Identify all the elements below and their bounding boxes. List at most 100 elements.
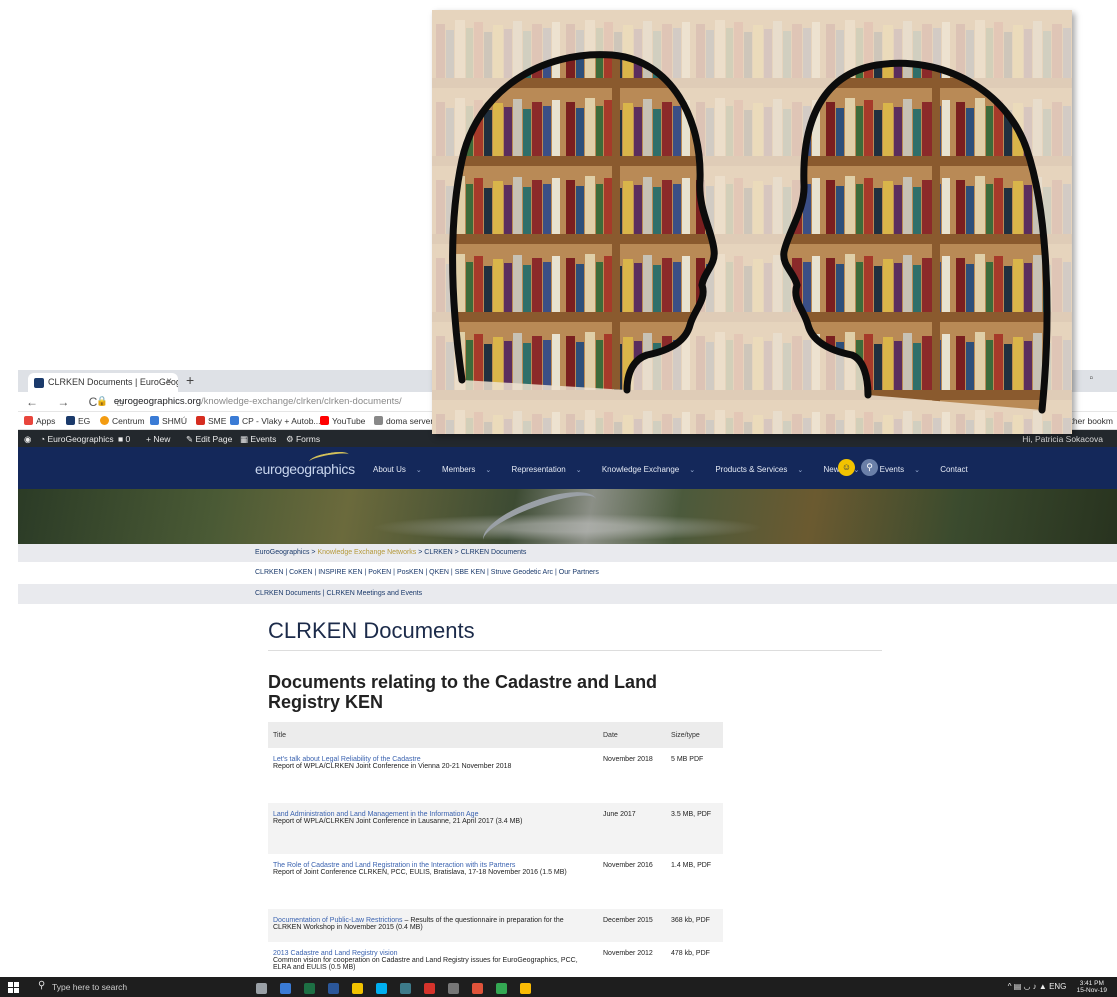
bookmark-item[interactable]: Centrum <box>100 416 145 426</box>
admin-events[interactable]: ▦ Events <box>240 434 276 445</box>
nav-knowledge-exchange[interactable]: Knowledge Exchange ⌄ <box>602 465 704 474</box>
admin-comments[interactable]: ■ 0 <box>118 434 130 444</box>
nav-about-us[interactable]: About Us ⌄ <box>373 465 431 474</box>
favicon-icon <box>34 378 44 388</box>
doc-link[interactable]: Documentation of Public-Law Restrictions <box>273 917 403 924</box>
breadcrumb-ken[interactable]: Knowledge Exchange Networks <box>317 549 416 556</box>
site-header: eurogeographics About Us ⌄ Members ⌄ Repre… <box>18 447 1117 489</box>
doc-title-cell: Land Administration and Land Management … <box>268 803 598 854</box>
chrome-2-icon[interactable] <box>520 983 531 994</box>
ken-link[interactable]: CLRKEN <box>255 569 283 576</box>
bookmark-icon <box>66 416 75 425</box>
chrome-icon[interactable] <box>496 983 507 994</box>
nav-events[interactable]: Events ⌄ <box>880 465 929 474</box>
breadcrumb: EuroGeographics > Knowledge Exchange Net… <box>18 544 1117 562</box>
doc-size: 1.4 MB, PDF <box>671 862 712 869</box>
doc-date: December 2015 <box>598 909 666 942</box>
doc-description: Common vision for cooperation on Cadastr… <box>273 957 578 971</box>
ken-link[interactable]: Struve Geodetic Arc <box>491 569 553 576</box>
wordpress-icon[interactable]: ◉ <box>24 434 31 445</box>
col-title-header: Title <box>268 722 598 748</box>
col-size-header: Size/type <box>666 722 723 748</box>
sub-link[interactable]: CLRKEN Documents <box>255 590 321 597</box>
ken-link[interactable]: QKEN <box>429 569 449 576</box>
bookmark-icon <box>374 416 383 425</box>
site-logo[interactable]: eurogeographics <box>255 449 355 477</box>
main-nav: About Us ⌄ Members ⌄ Representation ⌄ Knowl… <box>373 465 977 474</box>
ken-link[interactable]: SBE KEN <box>455 569 485 576</box>
browser-tab[interactable]: CLRKEN Documents | EuroGeog × <box>28 373 178 392</box>
language-indicator[interactable]: ENG <box>1049 982 1066 991</box>
network-icon[interactable] <box>280 983 291 994</box>
ken-link[interactable]: INSPIRE KEN <box>318 569 362 576</box>
bookmark-icon <box>150 416 159 425</box>
login-button[interactable]: ☺ <box>838 459 855 476</box>
sub-link[interactable]: CLRKEN Meetings and Events <box>326 590 422 597</box>
explorer-icon[interactable] <box>352 983 363 994</box>
taskbar-search[interactable]: ⚲ Type here to search <box>36 980 236 994</box>
admin-forms[interactable]: ⚙ Forms <box>286 434 320 445</box>
bookmark-item[interactable]: YouTube <box>320 416 365 426</box>
bookmark-item[interactable]: doma server <box>374 416 433 426</box>
section-title: Documents relating to the Cadastre and L… <box>268 672 658 712</box>
doc-title-cell: Documentation of Public-Law Restrictions… <box>268 909 598 942</box>
admin-site-link[interactable]: ◔ EuroGeographics <box>40 434 114 444</box>
doc-title-cell: The Role of Cadastre and Land Registrati… <box>268 854 598 909</box>
tray-icons[interactable]: ^ ▤ ◡ ♪ ▲ <box>1008 982 1047 991</box>
bookmark-icon <box>230 416 239 425</box>
doc-title-cell: 2013 Cadastre and Land Registry vision Co… <box>268 942 598 982</box>
clock[interactable]: 3:41 PM 15-Nov-19 <box>1077 980 1107 994</box>
breadcrumb-current: CLRKEN Documents <box>460 549 527 556</box>
paint-icon[interactable] <box>472 983 483 994</box>
ken-link[interactable]: PosKEN <box>397 569 423 576</box>
admin-greeting[interactable]: Hi, Patricia Sokacova <box>1022 434 1103 444</box>
close-tab-icon[interactable]: × <box>166 376 172 387</box>
search-button[interactable]: ⚲ <box>861 459 878 476</box>
bookmark-item[interactable]: EG <box>66 416 90 426</box>
doc-description: Report of WPLA/CLRKEN Joint Conference i… <box>273 763 512 770</box>
bookmark-item[interactable]: CP - Vlaky + Autob... <box>230 416 321 426</box>
table-row: Let's talk about Legal Reliability of th… <box>268 748 723 803</box>
ken-link[interactable]: PoKEN <box>368 569 391 576</box>
doc-size: 478 kb, PDF <box>671 950 710 957</box>
bookmark-item[interactable]: SHMÚ <box>150 416 187 426</box>
doc-size: 368 kb, PDF <box>666 909 723 942</box>
user-icon: ☺ <box>841 462 852 472</box>
breadcrumb-home[interactable]: EuroGeographics <box>255 549 309 556</box>
doc-link[interactable]: The Role of Cadastre and Land Registrati… <box>273 862 515 869</box>
nav-products-services[interactable]: Products & Services ⌄ <box>715 465 812 474</box>
admin-edit-page[interactable]: ✎ Edit Page <box>186 434 232 445</box>
calculator-icon[interactable] <box>448 983 459 994</box>
bookshelf-heads-image <box>432 10 1072 434</box>
acrobat-icon[interactable] <box>424 983 435 994</box>
ken-link[interactable]: Our Partners <box>559 569 599 576</box>
app-icon[interactable] <box>400 983 411 994</box>
apps-icon <box>24 416 33 425</box>
excel-icon[interactable] <box>304 983 315 994</box>
bookmark-item[interactable]: SME <box>196 416 226 426</box>
lock-icon: 🔒 <box>96 396 108 407</box>
page-title: CLRKEN Documents <box>268 618 475 643</box>
ken-link[interactable]: CoKEN <box>289 569 312 576</box>
admin-new[interactable]: + New <box>146 434 170 444</box>
task-view-icon[interactable] <box>256 983 267 994</box>
doc-size: 5 MB PDF <box>671 756 704 763</box>
title-divider <box>268 650 882 651</box>
breadcrumb-clrken[interactable]: CLRKEN <box>424 549 452 556</box>
nav-members[interactable]: Members ⌄ <box>442 465 500 474</box>
doc-description: Report of Joint Conference CLRKEN, PCC, … <box>273 869 567 876</box>
nav-representation[interactable]: Representation ⌄ <box>511 465 590 474</box>
bookmark-item[interactable]: Apps <box>24 416 55 426</box>
doc-link[interactable]: Land Administration and Land Management … <box>273 811 478 818</box>
windows-start-icon[interactable] <box>8 982 19 993</box>
doc-title-cell: Let's talk about Legal Reliability of th… <box>268 748 598 803</box>
url-field[interactable]: 🔒 eurogeographics.org/knowledge-exchange/… <box>96 396 402 407</box>
word-icon[interactable] <box>328 983 339 994</box>
skype-icon[interactable] <box>376 983 387 994</box>
doc-link[interactable]: 2013 Cadastre and Land Registry vision <box>273 950 398 957</box>
nav-contact[interactable]: Contact <box>940 465 968 474</box>
doc-link[interactable]: Let's talk about Legal Reliability of th… <box>273 756 421 763</box>
doc-date: November 2018 <box>603 756 653 763</box>
new-tab-button[interactable]: + <box>186 372 194 388</box>
doc-date: November 2012 <box>603 950 653 957</box>
